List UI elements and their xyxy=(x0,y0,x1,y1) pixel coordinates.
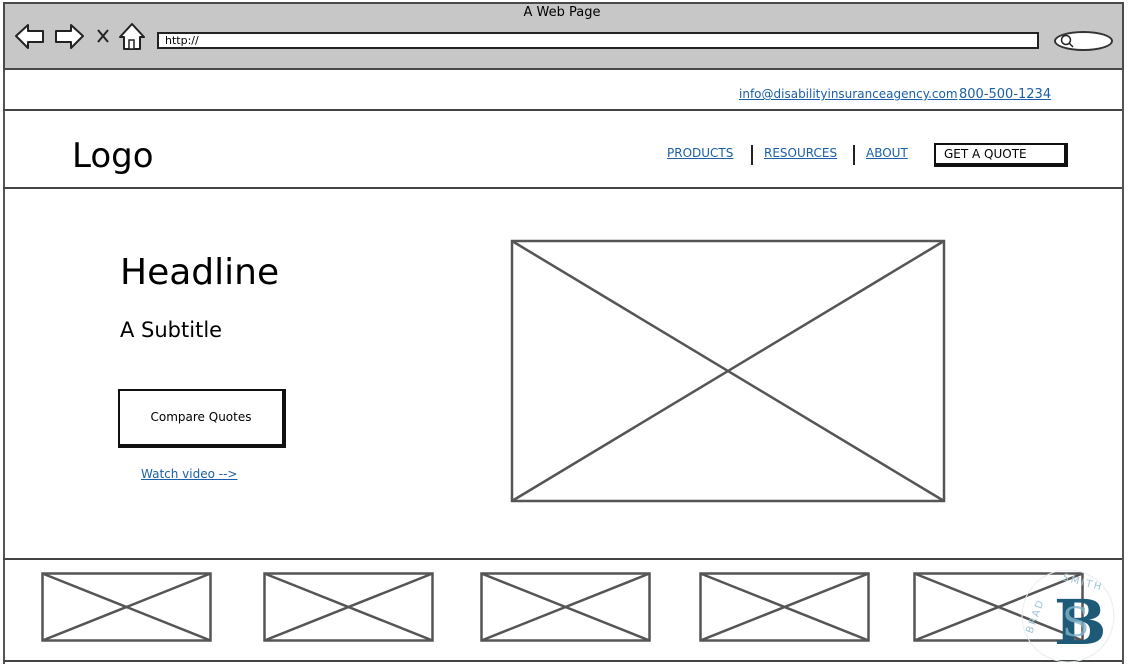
nav-separator xyxy=(853,145,855,165)
get-a-quote-button[interactable]: GET A QUOTE xyxy=(934,143,1068,167)
compare-quotes-button[interactable]: Compare Quotes xyxy=(118,389,286,448)
nav-resources[interactable]: RESOURCES xyxy=(764,146,837,160)
thumbnail-placeholder xyxy=(699,572,870,642)
hero-headline: Headline xyxy=(120,252,280,293)
browser-nav-icons xyxy=(15,23,145,50)
thumbnail-placeholder xyxy=(480,572,651,642)
forward-arrow-icon[interactable] xyxy=(55,24,84,49)
back-arrow-icon[interactable] xyxy=(15,24,44,49)
logo[interactable]: Logo xyxy=(72,136,154,176)
hero-image-placeholder xyxy=(510,239,946,503)
thumbnail-placeholder xyxy=(263,572,434,642)
home-icon[interactable] xyxy=(119,23,145,50)
svg-text:S: S xyxy=(1062,600,1089,646)
email-link[interactable]: info@disabilityinsuranceagency.com xyxy=(739,87,958,101)
topbar-divider xyxy=(3,109,1122,111)
search-icon[interactable] xyxy=(1060,34,1074,48)
thumbnail-placeholder xyxy=(41,572,212,642)
svg-text:BRAD: BRAD xyxy=(1024,597,1047,635)
nav-about[interactable]: ABOUT xyxy=(866,146,908,160)
header-divider xyxy=(3,187,1122,189)
window-title: A Web Page xyxy=(523,5,601,20)
brad-smith-watermark: BRAD SMITH B S xyxy=(1021,569,1115,663)
address-bar[interactable]: http:// xyxy=(157,32,1039,49)
hero-divider xyxy=(3,558,1122,560)
hero-subtitle: A Subtitle xyxy=(120,318,223,342)
footer-divider xyxy=(3,660,1122,662)
nav-products[interactable]: PRODUCTS xyxy=(667,146,733,160)
nav-separator xyxy=(751,145,753,165)
watch-video-link[interactable]: Watch video --> xyxy=(141,467,237,481)
phone-link[interactable]: 800-500-1234 xyxy=(959,87,1051,102)
close-icon[interactable] xyxy=(97,29,109,43)
frame-left-border xyxy=(3,70,5,664)
